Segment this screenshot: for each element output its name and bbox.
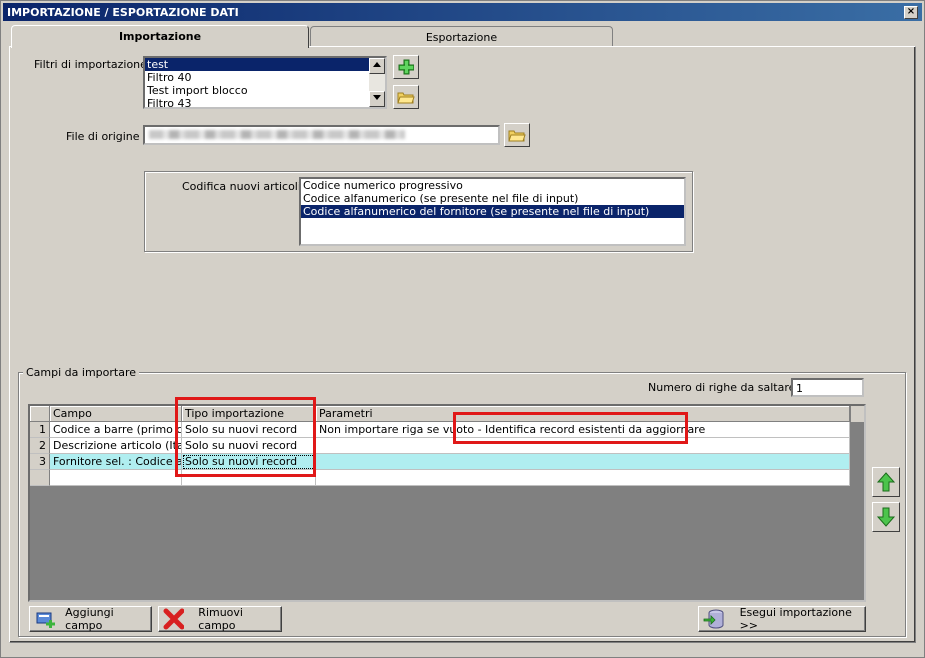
add-filter-button[interactable] <box>393 55 419 79</box>
remove-x-icon <box>163 608 185 630</box>
arrow-down-icon <box>877 507 895 527</box>
close-button[interactable]: × <box>904 6 918 19</box>
annotation-box-parametri <box>453 412 688 444</box>
row-number: 3 <box>30 454 50 470</box>
skip-rows-label: Numero di righe da saltare : <box>648 381 803 394</box>
table-row[interactable]: 1 Codice a barre (primo c... Solo su nuo… <box>30 422 850 438</box>
list-item[interactable]: Codice alfanumerico del fornitore (se pr… <box>301 205 684 218</box>
source-file-label: File di origine : <box>66 130 147 143</box>
triangle-up-icon <box>373 62 381 67</box>
list-item[interactable]: Codice numerico progressivo <box>301 179 684 192</box>
triangle-down-icon <box>373 95 381 100</box>
add-field-button[interactable]: Aggiungi campo <box>29 606 152 632</box>
open-filter-button[interactable] <box>393 85 419 109</box>
browse-file-button[interactable] <box>504 123 530 147</box>
title-bar: IMPORTAZIONE / ESPORTAZIONE DATI × <box>3 3 922 21</box>
remove-field-label: Rimuovi campo <box>198 606 243 632</box>
cell-campo[interactable]: Descrizione articolo (Ital... <box>50 438 182 454</box>
cell-parametri[interactable] <box>316 454 850 470</box>
cell-campo[interactable]: Codice a barre (primo c... <box>50 422 182 438</box>
table-row[interactable]: 3 Fornitore sel. : Codice a... Solo su n… <box>30 454 850 470</box>
fields-grid[interactable]: Campo Tipo importazione Parametri 1 Codi… <box>28 404 866 602</box>
cell-campo[interactable]: Fornitore sel. : Codice a... <box>50 454 182 470</box>
tab-label: Importazione <box>118 30 202 43</box>
filters-label: Filtri di importazione : <box>34 58 155 71</box>
tab-importazione[interactable]: Importazione <box>11 25 309 48</box>
folder-icon <box>508 130 526 142</box>
table-row-empty[interactable] <box>30 470 850 486</box>
arrow-up-icon <box>877 472 895 492</box>
filters-listbox[interactable]: test Filtro 40 Test import blocco Filtro… <box>143 56 387 109</box>
cell-parametri[interactable] <box>316 470 850 486</box>
list-item[interactable]: Codice alfanumerico (se presente nel fil… <box>301 192 684 205</box>
blurred-path <box>149 130 405 139</box>
run-import-button[interactable]: Esegui importazione >> <box>698 606 866 632</box>
cell-campo[interactable] <box>50 470 182 486</box>
grid-corner <box>30 406 50 422</box>
add-field-icon <box>36 612 55 628</box>
column-header-campo[interactable]: Campo <box>50 406 182 422</box>
folder-icon <box>397 92 415 104</box>
grid-header-filler <box>850 406 864 422</box>
row-number: 2 <box>30 438 50 454</box>
list-item[interactable]: Test import blocco <box>145 84 385 97</box>
move-up-button[interactable] <box>872 467 900 497</box>
scroll-down-button[interactable] <box>369 91 385 107</box>
run-import-label: Esegui importazione >> <box>739 606 852 632</box>
window-title: IMPORTAZIONE / ESPORTAZIONE DATI <box>7 6 239 19</box>
skip-rows-field[interactable]: 1 <box>791 378 864 397</box>
list-item[interactable]: Filtro 43 <box>145 97 385 107</box>
scroll-up-button[interactable] <box>369 58 385 74</box>
coding-listbox[interactable]: Codice numerico progressivo Codice alfan… <box>299 177 686 246</box>
list-item[interactable]: Filtro 40 <box>145 71 385 84</box>
close-icon: × <box>906 6 916 17</box>
coding-label: Codifica nuovi articoli : <box>182 180 309 193</box>
tab-esportazione[interactable]: Esportazione <box>310 26 613 46</box>
source-file-field[interactable] <box>143 125 500 145</box>
move-down-button[interactable] <box>872 502 900 532</box>
annotation-box-tipo <box>175 397 316 477</box>
tab-label: Esportazione <box>425 31 498 44</box>
add-field-label: Aggiungi campo <box>65 606 114 632</box>
grid-header: Campo Tipo importazione Parametri <box>30 406 850 422</box>
database-import-icon <box>703 609 724 629</box>
plus-icon <box>398 59 414 75</box>
table-row[interactable]: 2 Descrizione articolo (Ital... Solo su … <box>30 438 850 454</box>
list-item[interactable]: test <box>145 58 385 71</box>
fields-group-title: Campi da importare <box>23 366 139 379</box>
remove-field-button[interactable]: Rimuovi campo <box>158 606 282 632</box>
import-export-window: IMPORTAZIONE / ESPORTAZIONE DATI × Impor… <box>0 0 925 658</box>
row-number: 1 <box>30 422 50 438</box>
row-number <box>30 470 50 486</box>
filters-scrollbar[interactable] <box>369 58 385 107</box>
